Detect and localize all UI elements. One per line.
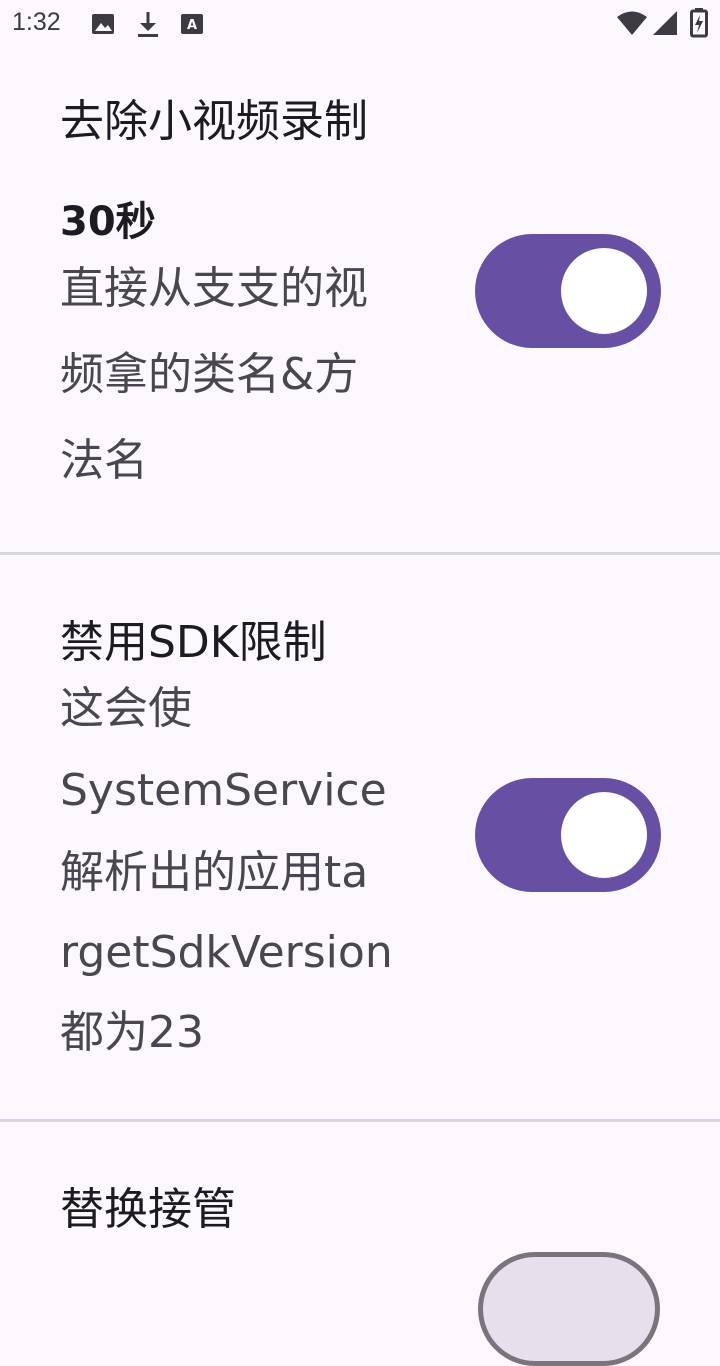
summary-line: SystemService <box>60 765 387 816</box>
setting-title: 禁用SDK限制 <box>60 617 327 668</box>
toggle-knob <box>561 248 647 334</box>
setting-remove-video-limit[interactable]: 去除小视频录制 30秒 直接从支支的视 频拿的类名&方 法名 <box>0 0 720 553</box>
summary-line: 法名 <box>60 435 148 486</box>
toggle-switch[interactable] <box>478 1252 660 1366</box>
summary-line: 解析出的应用ta <box>60 847 369 898</box>
summary-line: 直接从支支的视 <box>60 263 368 314</box>
summary-strong: 30秒 <box>60 199 156 245</box>
setting-summary: 30秒 直接从支支的视 频拿的类名&方 法名 <box>60 190 430 504</box>
summary-line: rgetSdkVersion <box>60 927 393 978</box>
setting-replace-takeover[interactable]: 替换接管 <box>0 1122 720 1366</box>
setting-disable-sdk-limit[interactable]: 禁用SDK限制 这会使 SystemService 解析出的应用ta rgetS… <box>0 555 720 1120</box>
toggle-knob <box>561 792 647 878</box>
toggle-switch[interactable] <box>475 234 661 348</box>
summary-line: 频拿的类名&方 <box>60 349 359 400</box>
setting-title: 去除小视频录制 <box>60 96 368 147</box>
summary-line: 这会使 <box>60 683 192 734</box>
setting-title: 替换接管 <box>60 1184 236 1235</box>
summary-line: 都为23 <box>60 1007 204 1058</box>
toggle-switch[interactable] <box>475 778 661 892</box>
setting-summary: 这会使 SystemService 解析出的应用ta rgetSdkVersio… <box>60 669 440 1073</box>
